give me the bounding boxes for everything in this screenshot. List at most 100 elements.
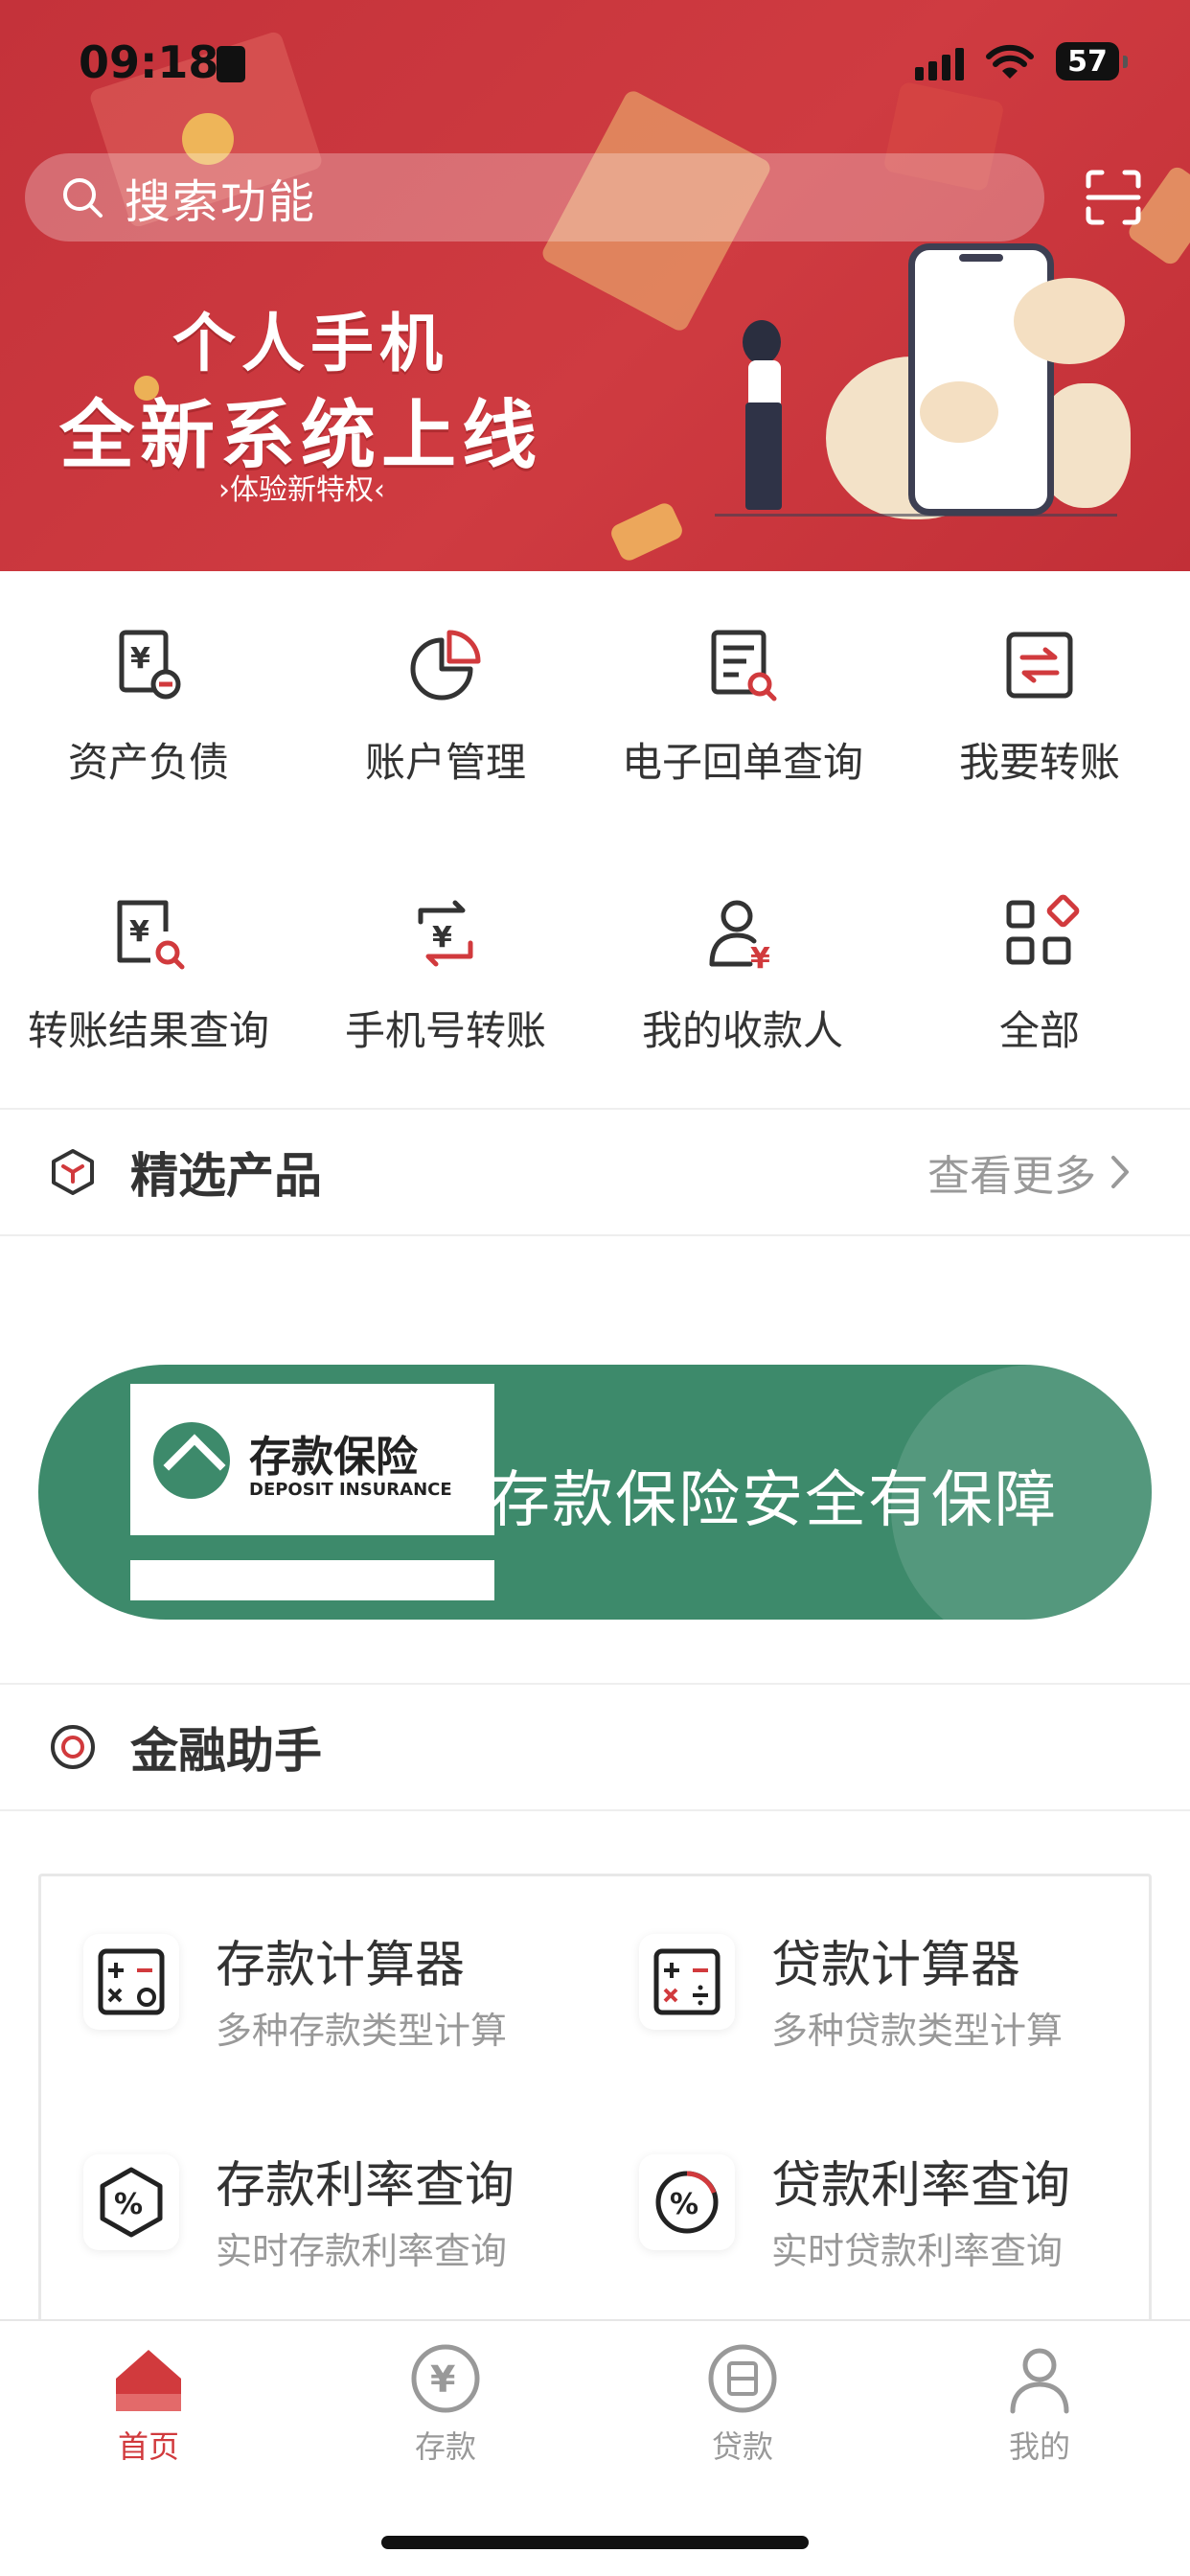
phone-illustration <box>908 243 1054 516</box>
deposit-calculator-icon <box>98 1948 165 2015</box>
tool-name: 存款计算器 <box>216 1937 466 1994</box>
person-illustration <box>743 320 781 364</box>
tab-label: 贷款 <box>711 2428 773 2465</box>
deposit-insurance-banner[interactable]: 存款保险 DEPOSIT INSURANCE 存款保险安全有保障 <box>38 1365 1152 1620</box>
menu-item-label: 资产负债 <box>67 739 229 786</box>
tool-deposit-calculator[interactable]: 存款计算器 多种存款类型计算 <box>41 1876 578 2068</box>
tab-label: 存款 <box>414 2428 476 2465</box>
deposit-icon: ¥ <box>411 2344 480 2413</box>
menu-item-asset-liability[interactable]: ¥ 资产负债 <box>0 571 297 801</box>
svg-text:¥: ¥ <box>130 642 150 676</box>
menu-item-account-management[interactable]: 账户管理 <box>297 571 594 801</box>
tab-label: 我的 <box>1008 2428 1070 2465</box>
menu-item-label: 转账结果查询 <box>27 1007 269 1054</box>
logo-strip <box>130 1535 494 1560</box>
menu-item-label: 电子回单查询 <box>621 739 863 786</box>
transfer-icon <box>1006 632 1073 699</box>
status-bar: 09:18 57 <box>0 0 1190 129</box>
receipt-search-icon <box>711 630 777 702</box>
banner-title-line1: 个人手机 <box>172 307 448 380</box>
home-indicator <box>381 2536 809 2549</box>
svg-text:¥: ¥ <box>432 921 452 954</box>
home-icon <box>116 2350 181 2411</box>
menu-item-label: 全部 <box>998 1007 1080 1054</box>
menu-item-phone-transfer[interactable]: ¥ 手机号转账 <box>297 840 594 1070</box>
deposit-rate-icon: % <box>100 2167 163 2238</box>
cellular-signal-icon <box>915 46 964 80</box>
section-title: 精选产品 <box>130 1148 322 1204</box>
tool-loan-rate[interactable]: % 贷款利率查询 实时贷款利率查询 <box>597 2097 1133 2288</box>
tool-description: 实时贷款利率查询 <box>771 2230 1064 2272</box>
tool-name: 贷款利率查询 <box>771 2157 1071 2215</box>
logo-brand-en: DEPOSIT INSURANCE <box>249 1480 452 1500</box>
loan-rate-icon: % <box>655 2171 719 2234</box>
tool-icon-tile: % <box>83 2154 179 2250</box>
person-illustration <box>748 360 781 406</box>
person-illustration <box>745 402 782 510</box>
view-more-label: 查看更多 <box>927 1152 1096 1201</box>
divider <box>0 1234 1190 1236</box>
tool-description: 实时存款利率查询 <box>216 2230 508 2272</box>
asset-liability-icon: ¥ <box>119 630 181 700</box>
svg-text:¥: ¥ <box>430 2358 455 2401</box>
tool-deposit-rate[interactable]: % 存款利率查询 实时存款利率查询 <box>41 2097 578 2288</box>
promo-slogan: 存款保险安全有保障 <box>489 1465 1058 1536</box>
tool-loan-calculator[interactable]: 贷款计算器 多种贷款类型计算 <box>597 1876 1133 2068</box>
tab-deposit[interactable]: ¥ 存款 <box>297 2340 594 2467</box>
view-more-link[interactable]: 查看更多 <box>927 1141 1134 1203</box>
profile-icon <box>1010 2348 1069 2414</box>
finance-tools: 存款计算器 多种存款类型计算 贷款计算器 多种贷款类型计算 % 存款利率查询 实… <box>38 1874 1152 2324</box>
tool-icon-tile <box>639 1934 735 2030</box>
battery-icon: 57 <box>1056 42 1128 80</box>
search-icon <box>63 178 103 218</box>
target-icon <box>51 1725 95 1769</box>
all-apps-icon <box>1006 894 1080 965</box>
tab-profile[interactable]: 我的 <box>891 2340 1188 2467</box>
chat-bubble-illustration <box>920 381 998 443</box>
scan-icon[interactable] <box>1085 169 1142 226</box>
account-pie-icon <box>410 630 481 701</box>
menu-item-label: 我的收款人 <box>641 1007 843 1054</box>
wifi-icon <box>986 44 1034 79</box>
screen-time-icon <box>217 46 245 82</box>
search-bar[interactable]: 搜索功能 <box>25 153 1044 242</box>
envelope-decoration <box>607 500 686 564</box>
svg-text:¥: ¥ <box>750 942 770 974</box>
quick-menu: ¥ 资产负债 账户管理 电子回单查询 我要转账 ¥ 转账结果查询 ¥ 手机号转账… <box>0 571 1190 1108</box>
svg-text:%: % <box>114 2188 143 2221</box>
svg-text:%: % <box>670 2188 698 2221</box>
tool-icon-tile: % <box>639 2154 735 2250</box>
transfer-result-icon: ¥ <box>117 900 185 970</box>
tool-name: 贷款计算器 <box>771 1937 1021 1994</box>
menu-item-my-payees[interactable]: ¥ 我的收款人 <box>594 840 891 1070</box>
tab-loan[interactable]: 贷款 <box>594 2340 891 2467</box>
divider <box>0 1809 1190 1811</box>
tool-icon-tile <box>83 1934 179 2030</box>
cube-icon <box>52 1149 94 1195</box>
deposit-insurance-logo: 存款保险 DEPOSIT INSURANCE <box>130 1384 494 1600</box>
menu-item-label: 账户管理 <box>364 739 526 786</box>
menu-item-all[interactable]: 全部 <box>891 840 1188 1070</box>
payee-icon: ¥ <box>709 900 770 974</box>
menu-item-label: 手机号转账 <box>344 1007 546 1054</box>
loan-calculator-icon <box>653 1948 721 2015</box>
search-placeholder: 搜索功能 <box>125 175 317 229</box>
menu-item-transfer[interactable]: 我要转账 <box>891 571 1188 801</box>
chevron-right-icon <box>1111 1156 1129 1188</box>
tool-name: 存款利率查询 <box>216 2157 515 2215</box>
chat-bubble-illustration <box>1014 278 1125 364</box>
featured-products-header: 精选产品 查看更多 <box>0 1110 1190 1234</box>
banner-subtitle: ›体验新特权‹ <box>218 473 385 507</box>
tab-label: 首页 <box>117 2428 179 2465</box>
tool-description: 多种贷款类型计算 <box>771 2010 1064 2052</box>
promo-banner[interactable]: 09:18 57 搜索功能 个人手机 全新系统上线 ›体验新特权‹ <box>0 0 1190 571</box>
menu-item-transfer-result[interactable]: ¥ 转账结果查询 <box>0 840 297 1070</box>
finance-assistant-header: 金融助手 <box>0 1685 1190 1809</box>
deposit-insurance-logo-mark <box>153 1422 230 1499</box>
menu-item-receipt-query[interactable]: 电子回单查询 <box>594 571 891 801</box>
tab-home[interactable]: 首页 <box>0 2340 297 2467</box>
section-title: 金融助手 <box>130 1723 322 1779</box>
logo-brand: 存款保险 <box>249 1433 418 1482</box>
ground-line <box>715 514 1117 517</box>
loan-icon <box>708 2344 777 2413</box>
